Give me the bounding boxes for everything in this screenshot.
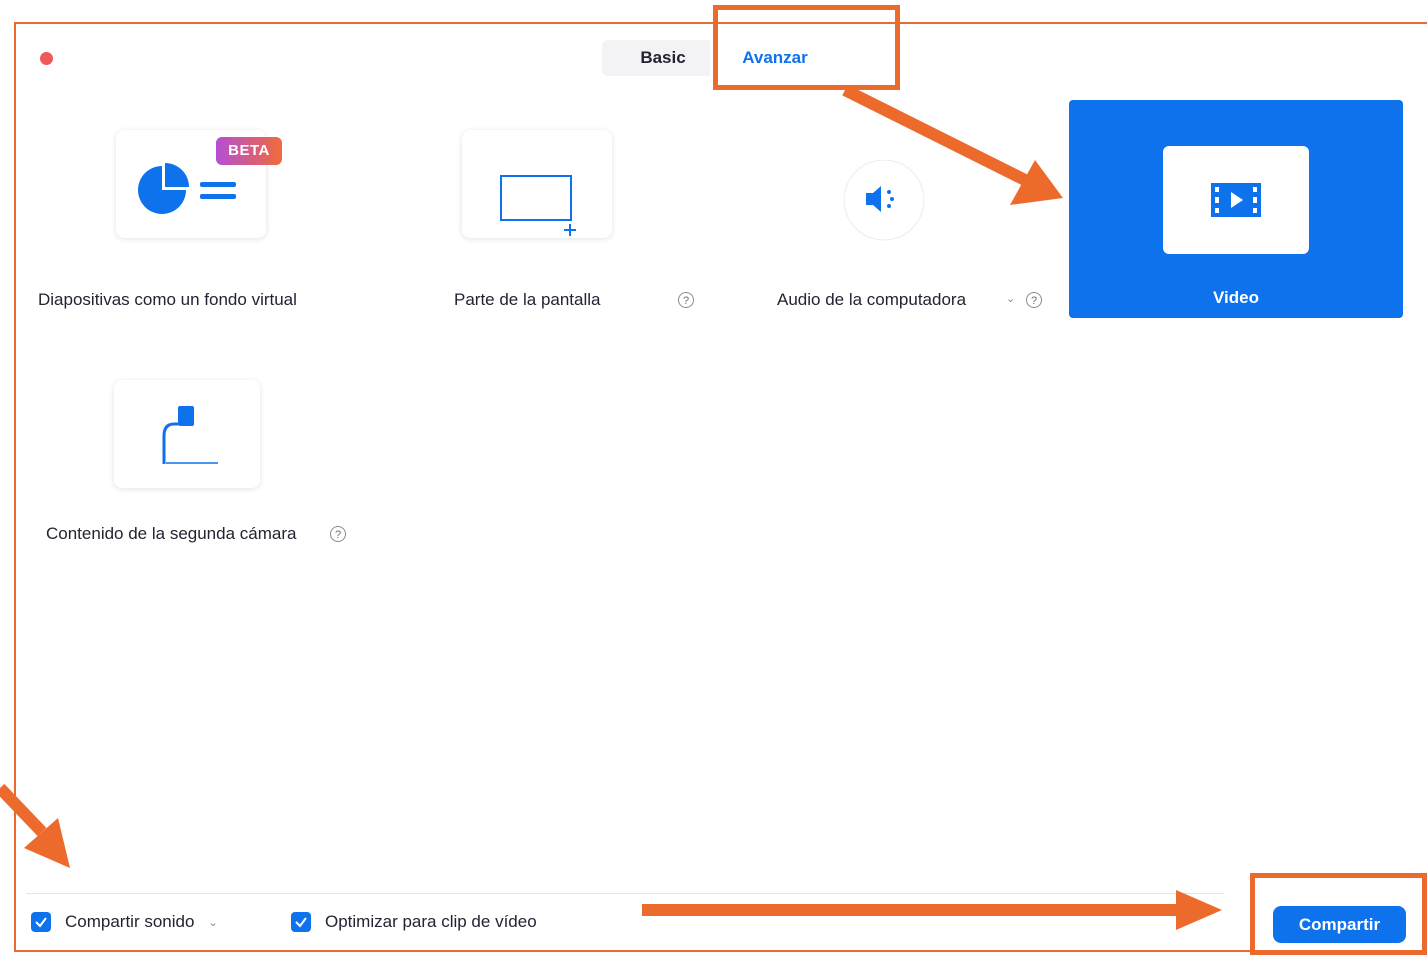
annotation-arrows — [0, 84, 1222, 930]
arrow-to-video — [842, 84, 1028, 186]
arrow-to-checkbox — [0, 783, 47, 837]
arrow-to-share-head — [1176, 890, 1222, 930]
